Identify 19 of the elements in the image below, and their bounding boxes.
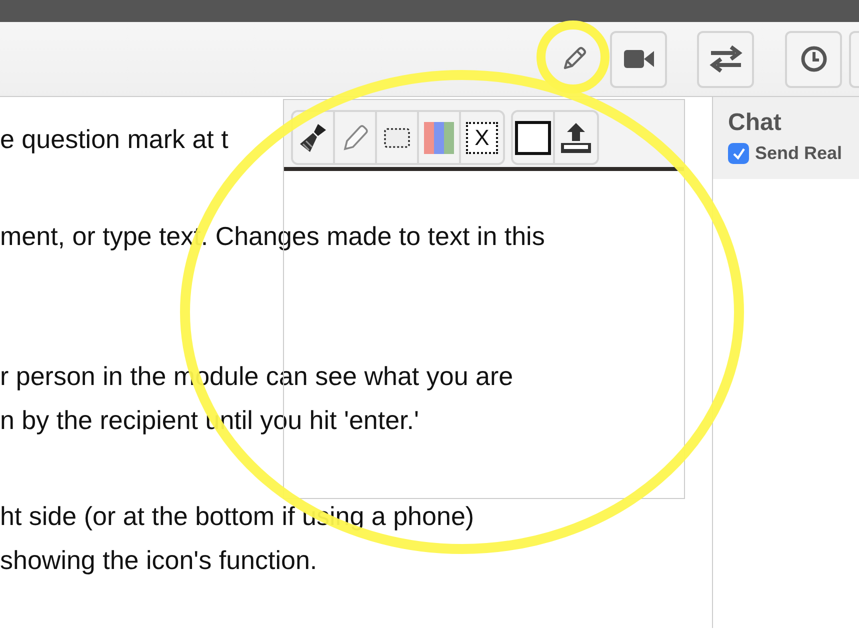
- color-bars-icon: [424, 122, 454, 154]
- checkbox[interactable]: [728, 143, 749, 164]
- paintbrush-icon: [298, 122, 328, 154]
- fill-tool[interactable]: [513, 112, 555, 163]
- square-icon: [515, 120, 551, 154]
- pencil-icon: [341, 122, 369, 152]
- history-button[interactable]: [785, 30, 842, 88]
- chat-title: Chat: [728, 109, 782, 137]
- video-button[interactable]: [610, 30, 667, 88]
- swap-button[interactable]: [697, 30, 754, 88]
- checkbox-label: Send Real: [755, 143, 842, 164]
- dotted-rectangle-icon: [383, 126, 411, 148]
- text-line: showing the icon's function.: [0, 544, 318, 577]
- video-camera-icon: [622, 47, 654, 71]
- swap-arrows-icon: [708, 45, 742, 73]
- clock-icon: [800, 45, 828, 73]
- upload-icon: [559, 120, 593, 154]
- text-line: e question mark at t: [0, 123, 228, 156]
- checkmark-icon: [730, 146, 746, 162]
